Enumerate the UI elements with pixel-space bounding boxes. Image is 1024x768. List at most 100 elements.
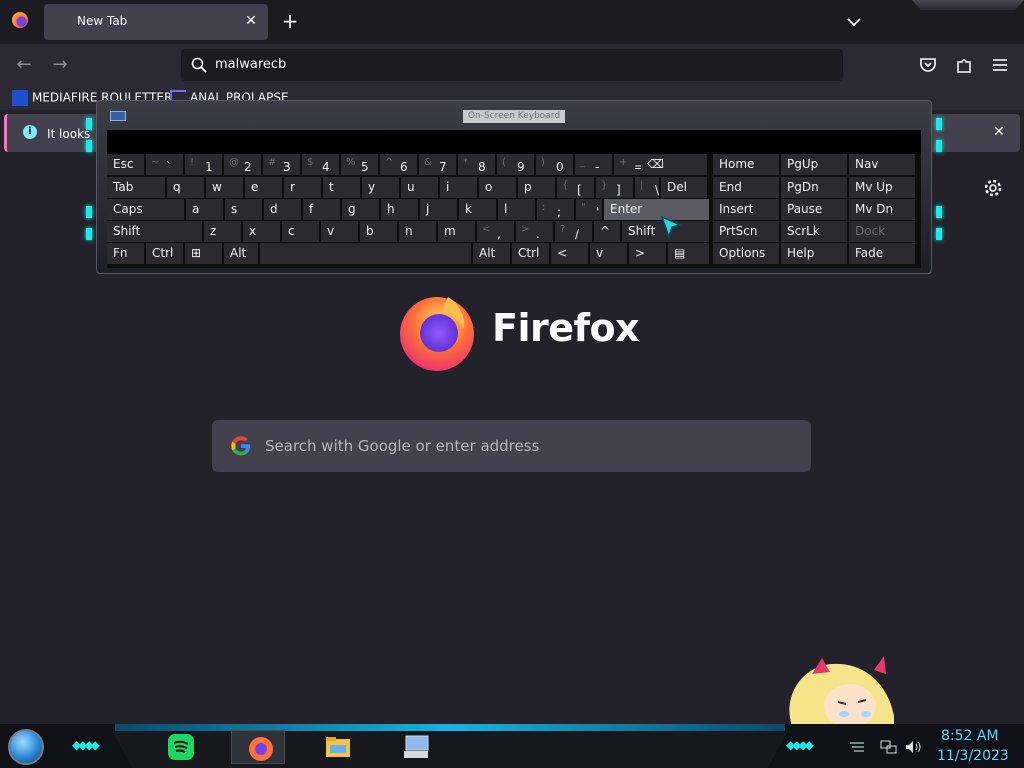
osk-key[interactable]: v	[590, 243, 627, 264]
osk-key[interactable]: ^	[594, 221, 620, 242]
url-bar[interactable]: malwarecb	[181, 49, 843, 81]
osk-key[interactable]: ▤	[668, 243, 709, 264]
tab-close-icon[interactable]: ✕	[242, 12, 260, 30]
osk-key[interactable]: j	[420, 199, 457, 220]
osk-key[interactable]: m	[438, 221, 475, 242]
start-button[interactable]	[8, 729, 44, 765]
firefox-view-icon[interactable]	[12, 12, 28, 28]
osk-key[interactable]: w	[206, 177, 243, 198]
osk-key[interactable]: & 7	[419, 154, 456, 175]
osk-key[interactable]: x	[243, 221, 280, 242]
forward-arrow-icon[interactable]: →	[48, 54, 72, 76]
osk-key[interactable]: Alt	[473, 243, 510, 264]
taskbar-on-screen-keyboard[interactable]	[387, 730, 441, 764]
osk-key[interactable]: ? /	[555, 221, 592, 242]
osk-key[interactable]: $4	[302, 154, 339, 175]
osk-key[interactable]: Fn	[107, 243, 144, 264]
osk-key[interactable]: | \	[635, 177, 659, 198]
osk-key[interactable]: Ctrl	[512, 243, 549, 264]
osk-key[interactable]: " '	[576, 199, 602, 220]
osk-key[interactable]: n	[399, 221, 436, 242]
search-box[interactable]: Search with Google or enter address	[212, 420, 811, 472]
osk-key[interactable]: z	[204, 221, 241, 242]
taskbar-file-explorer[interactable]	[309, 730, 363, 764]
osk-key[interactable]: % 5	[341, 154, 378, 175]
osk-key[interactable]: u	[401, 177, 438, 198]
url-input[interactable]: malwarecb	[215, 57, 286, 72]
osk-key[interactable]: Enter	[604, 199, 709, 220]
osk-key[interactable]: :;	[537, 199, 574, 220]
pocket-icon[interactable]	[917, 54, 939, 76]
osk-key[interactable]: Dock	[849, 221, 915, 242]
osk-key[interactable]: f	[303, 199, 340, 220]
network-icon[interactable]	[880, 739, 898, 755]
osk-key[interactable]: l	[498, 199, 535, 220]
osk-key[interactable]: d	[264, 199, 301, 220]
osk-key[interactable]	[260, 243, 471, 264]
osk-key[interactable]: q	[167, 177, 204, 198]
osk-key[interactable]: Insert	[713, 199, 779, 220]
osk-key[interactable]: h	[381, 199, 418, 220]
osk-key[interactable]: ! 1	[185, 154, 222, 175]
osk-key[interactable]: {[	[557, 177, 594, 198]
search-placeholder[interactable]: Search with Google or enter address	[265, 437, 539, 455]
clock-time[interactable]: 8:52 AM	[941, 728, 999, 744]
taskbar-spotify[interactable]	[152, 730, 206, 764]
tab-new-tab[interactable]: New Tab ✕	[44, 4, 268, 40]
clock-date[interactable]: 11/3/2023	[937, 748, 1009, 764]
osk-key[interactable]: Nav	[849, 154, 915, 175]
osk-key[interactable]: Alt	[224, 243, 258, 264]
osk-key[interactable]: b	[360, 221, 397, 242]
osk-key[interactable]: <,	[477, 221, 514, 242]
osk-key[interactable]: Esc	[107, 154, 144, 175]
osk-key[interactable]: k	[459, 199, 496, 220]
osk-key[interactable]: Tab	[107, 177, 165, 198]
osk-key[interactable]: ScrLk	[781, 221, 847, 242]
osk-key[interactable]: >.	[516, 221, 553, 242]
osk-key[interactable]: Mv Dn	[849, 199, 915, 220]
taskbar-firefox[interactable]	[231, 730, 285, 764]
hamburger-menu-icon[interactable]	[989, 54, 1011, 76]
osk-key[interactable]: * 8	[458, 154, 495, 175]
osk-key[interactable]: g	[342, 199, 379, 220]
new-tab-button[interactable]: +	[280, 10, 300, 32]
osk-key[interactable]: ^ 6	[380, 154, 417, 175]
osk-key[interactable]: c	[282, 221, 319, 242]
osk-key[interactable]: Ctrl	[146, 243, 183, 264]
osk-key[interactable]: Help	[781, 243, 847, 264]
osk-key[interactable]: End	[713, 177, 779, 198]
osk-key[interactable]: PgDn	[781, 177, 847, 198]
notification-close-icon[interactable]: ✕	[990, 123, 1008, 141]
osk-key[interactable]: #3	[263, 154, 300, 175]
osk-key[interactable]: >	[629, 243, 666, 264]
tray-overflow-icon[interactable]	[848, 739, 866, 755]
osk-key[interactable]: Shift	[107, 221, 202, 242]
osk-key[interactable]: Caps	[107, 199, 184, 220]
osk-key[interactable]: s	[225, 199, 262, 220]
osk-key[interactable]: p	[518, 177, 555, 198]
osk-key[interactable]: ) 0	[536, 154, 573, 175]
osk-key[interactable]: Mv Up	[849, 177, 915, 198]
osk-key[interactable]: }]	[596, 177, 633, 198]
osk-key[interactable]: v	[321, 221, 358, 242]
osk-key[interactable]: ⌫	[641, 154, 707, 175]
chevron-down-icon[interactable]	[844, 12, 864, 32]
osk-key[interactable]: a	[186, 199, 223, 220]
osk-key[interactable]: Fade	[849, 243, 915, 264]
osk-key[interactable]: Home	[713, 154, 779, 175]
osk-key[interactable]: PgUp	[781, 154, 847, 175]
back-arrow-icon[interactable]: ←	[12, 54, 36, 76]
osk-key[interactable]: e	[245, 177, 282, 198]
osk-key[interactable]: Pause	[781, 199, 847, 220]
osk-key[interactable]: ⊞	[185, 243, 222, 264]
extensions-icon[interactable]	[953, 54, 975, 76]
osk-key[interactable]: @2	[224, 154, 261, 175]
osk-key[interactable]: o	[479, 177, 516, 198]
volume-icon[interactable]	[904, 739, 922, 755]
osk-key[interactable]: Options	[713, 243, 779, 264]
osk-key[interactable]: _ -	[575, 154, 612, 175]
osk-key[interactable]: t	[323, 177, 360, 198]
osk-key[interactable]: i	[440, 177, 477, 198]
osk-key[interactable]: r	[284, 177, 321, 198]
osk-key[interactable]: (9	[497, 154, 534, 175]
